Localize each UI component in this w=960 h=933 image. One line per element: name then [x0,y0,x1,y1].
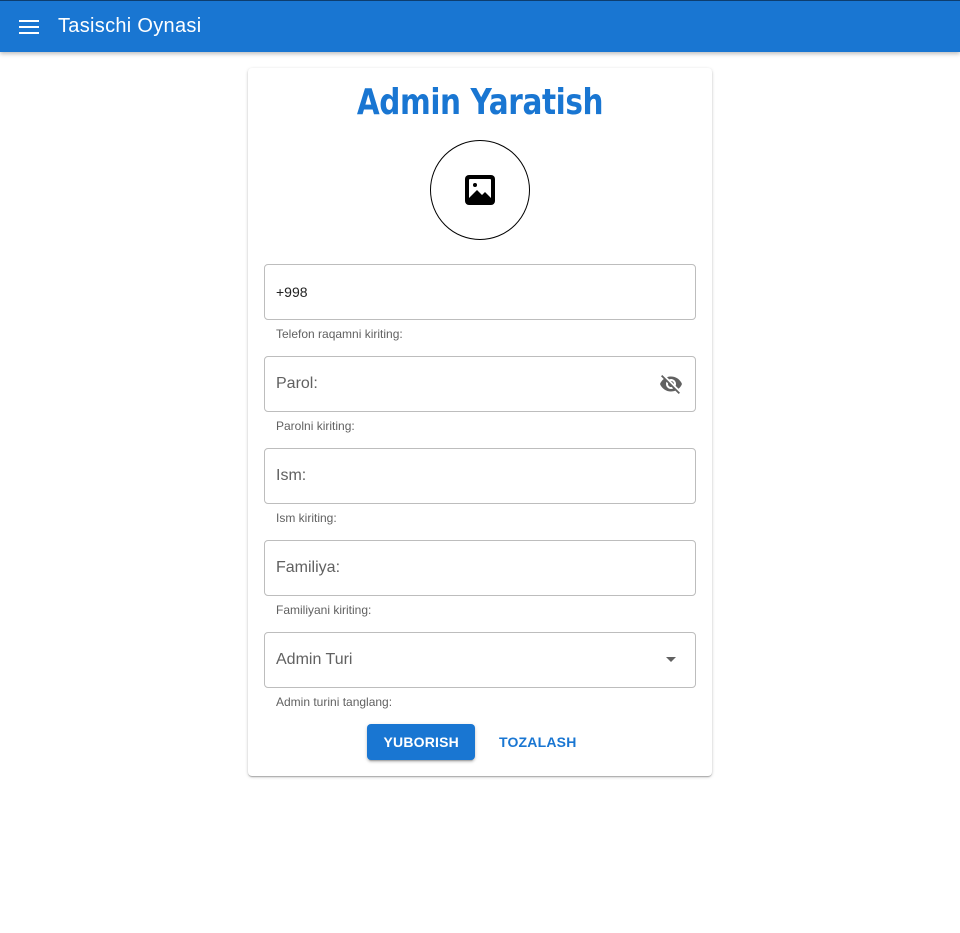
image-icon [465,175,495,205]
menu-icon [19,19,39,34]
password-field[interactable] [264,356,696,412]
app-title: Tasischi Oynasi [58,15,202,37]
phone-hint: Telefon raqamni kiriting: [276,327,403,341]
toggle-password-visibility[interactable] [647,357,695,411]
first-name-input[interactable] [265,449,695,503]
admin-type-dropdown-toggle[interactable] [647,633,695,687]
admin-type-label: Admin Turi [276,651,353,668]
last-name-field[interactable] [264,540,696,596]
page-title: Admin Yaratish [356,82,604,123]
first-name-hint: Ism kiriting: [276,511,337,525]
submit-button[interactable]: YUBORISH [367,724,475,760]
password-input[interactable] [265,357,647,411]
arrow-drop-down-icon [666,657,676,662]
last-name-hint: Familiyani kiriting: [276,603,372,617]
last-name-input[interactable] [265,541,695,595]
menu-button[interactable] [0,1,58,53]
avatar-upload[interactable] [430,140,530,240]
phone-field[interactable] [264,264,696,320]
eye-off-icon [660,375,682,394]
app-bar: Tasischi Oynasi [0,0,960,52]
reset-button[interactable]: TOZALASH [483,724,593,760]
create-admin-card: Admin Yaratish Telefon raqamni kiriting:… [248,68,712,776]
admin-type-hint: Admin turini tanglang: [276,695,393,709]
first-name-field[interactable] [264,448,696,504]
form-actions: YUBORISH TOZALASH [248,724,712,760]
admin-type-select[interactable]: Admin Turi [264,632,696,688]
password-hint: Parolni kiriting: [276,419,355,433]
phone-input[interactable] [265,265,695,319]
